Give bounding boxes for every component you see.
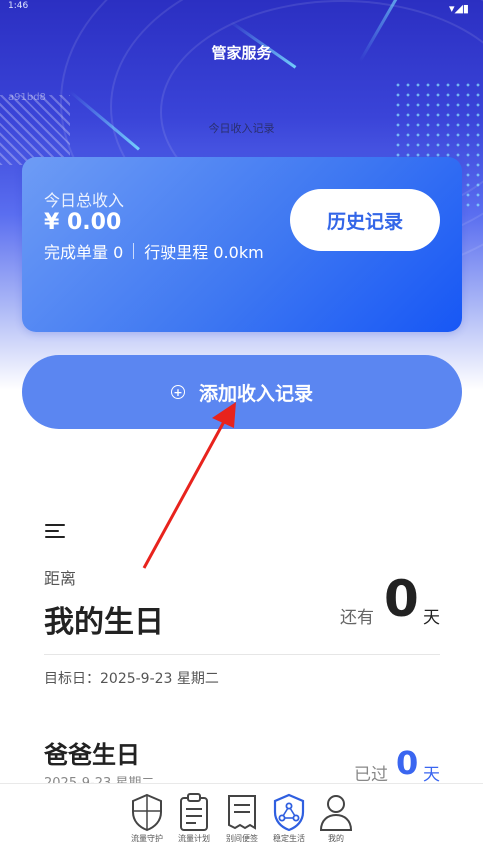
distance-label: 距离 [44,569,77,588]
tab-stable-life[interactable]: 稳定生活 [265,792,313,844]
tab-traffic-guard[interactable]: 流量守护 [123,792,171,844]
page-title: 管家服务 [211,44,272,62]
remaining-days: 0 [384,570,419,628]
add-income-button[interactable]: + 添加收入记录 [22,355,462,429]
tab-profile[interactable]: 我的 [312,792,360,844]
user-icon [319,795,353,831]
income-amount: ¥ 0.00 [44,210,122,235]
tab-label: 我的 [328,834,344,843]
orders-count: 完成单量 0 [44,243,124,262]
plus-circle-icon: + [170,385,185,399]
income-label: 今日总收入 [44,191,125,210]
tab-notes[interactable]: 别间便签 [218,792,266,844]
elapsed-unit: 天 [423,765,440,785]
shield-icon [132,793,162,832]
stats-divider [133,243,135,259]
remaining-unit: 天 [423,608,440,628]
status-time: 1:46 [8,1,29,11]
remaining-label: 还有 [340,608,374,628]
history-button[interactable]: 历史记录 [290,189,440,251]
arrow-shaft [142,417,228,569]
section-subtitle: 今日收入记录 [208,122,275,135]
status-icons: ▾◢▮ [448,2,469,15]
elapsed-label: 已过 [354,765,388,785]
mileage-value: 行驶里程 0.0km [144,243,264,262]
watermark-text: a91bd8 [8,92,46,103]
tab-label: 别间便签 [226,834,258,843]
divider [44,654,440,655]
bottom-tab-bar: 流量守护 流量计划 别间便签 稳定生活 我的 [0,783,483,859]
receipt-icon [228,795,256,830]
menu-icon[interactable] [45,524,65,540]
event-title[interactable]: 我的生日 [44,597,164,641]
event-title-2[interactable]: 爸爸生日 [44,735,140,770]
tab-traffic-plan[interactable]: 流量计划 [170,792,218,844]
tab-label: 流量计划 [178,834,210,843]
elapsed-days: 0 [396,744,419,782]
network-shield-icon [273,793,305,832]
income-stats: 完成单量 0 行驶里程 0.0km [44,239,264,263]
target-date: 目标日：2025-9-23 星期二 [44,671,219,687]
clipboard-icon [180,793,208,831]
tab-label: 流量守护 [131,834,163,843]
add-income-label: 添加收入记录 [198,382,313,405]
income-card: 今日总收入 ¥ 0.00 完成单量 0 行驶里程 0.0km 历史记录 [22,157,462,332]
tab-label: 稳定生活 [273,834,305,843]
